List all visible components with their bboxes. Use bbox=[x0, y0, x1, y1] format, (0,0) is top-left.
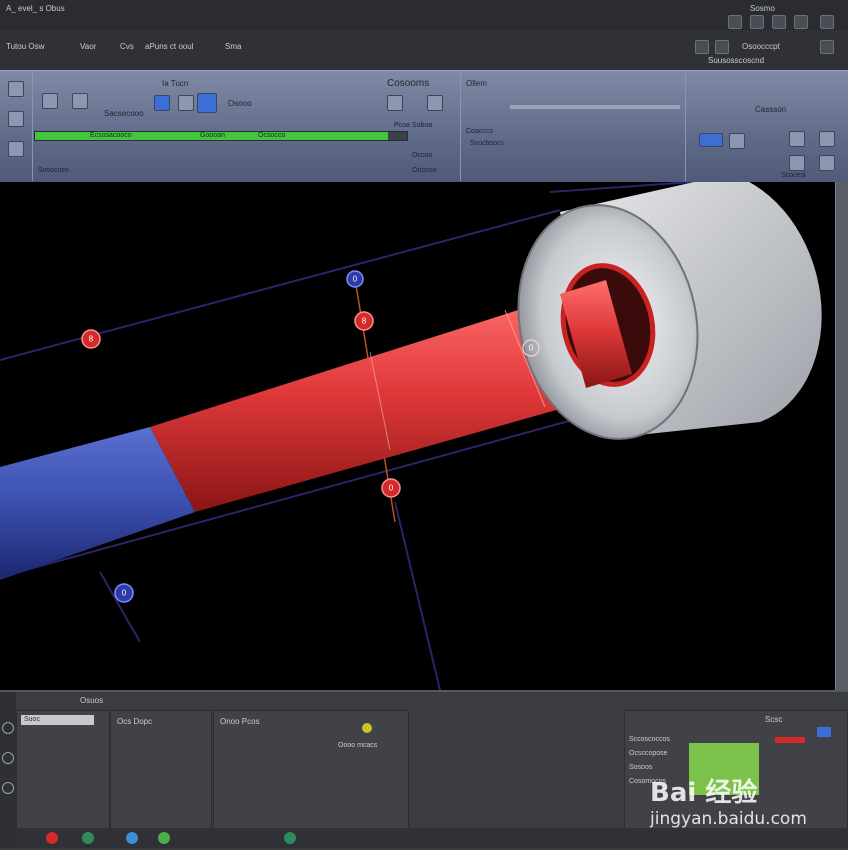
yellow-swatch[interactable] bbox=[362, 723, 372, 733]
bottom-section-2: Ocs Dopc bbox=[110, 710, 212, 830]
menu-item-5[interactable]: Sma bbox=[225, 42, 241, 52]
ribbon-header-far: Cassson bbox=[755, 105, 787, 114]
right-row-2: Ocsccopose bbox=[629, 750, 668, 757]
toolbar-icon-1[interactable] bbox=[695, 40, 709, 54]
bottom-tool-2-icon[interactable] bbox=[2, 752, 14, 764]
watermark-url: jingyan.baidu.com bbox=[650, 809, 807, 829]
tool-rotate-icon[interactable] bbox=[8, 141, 24, 157]
menu-item-2[interactable]: Vaor bbox=[80, 42, 96, 52]
menu-right-label: Osoocccpt bbox=[742, 42, 780, 51]
ribbon-btn-5[interactable] bbox=[427, 95, 443, 111]
ribbon-btn-blue-2[interactable] bbox=[197, 93, 217, 113]
bottom-left-toolbar bbox=[0, 692, 16, 848]
bottom-status-bar bbox=[16, 828, 848, 848]
ribbon-btn-8[interactable] bbox=[819, 131, 835, 147]
bottom-group1-title: Ocs Dopc bbox=[117, 717, 153, 726]
ribbon-btn-9[interactable] bbox=[789, 155, 805, 171]
right-side-strip[interactable] bbox=[835, 182, 848, 690]
viewport-canvas: 8 0 8 0 0 0 bbox=[0, 182, 822, 690]
red-indicator bbox=[775, 737, 805, 743]
bottom-right-header: Scsc bbox=[765, 715, 783, 724]
menu-item-1[interactable]: Tutou Osw bbox=[6, 42, 44, 52]
close-icon[interactable] bbox=[820, 15, 834, 29]
toolbar-icon-2[interactable] bbox=[715, 40, 729, 54]
status-blue-dot[interactable] bbox=[126, 832, 138, 844]
ribbon-main-panel: Ia Tucn Cosooms Sacsecooo Osooo Ecsosaco… bbox=[32, 71, 461, 181]
ribbon-color-swatch[interactable] bbox=[699, 133, 723, 147]
bottom-group2-caption: Oooo mcacs bbox=[338, 742, 378, 749]
ribbon-left-column bbox=[0, 71, 33, 181]
menu-right-info: Suusosscoscnd bbox=[708, 56, 765, 65]
marker-label-3: 8 bbox=[362, 317, 367, 326]
status-lime-dot[interactable] bbox=[158, 832, 170, 844]
bottom-tool-3-icon[interactable] bbox=[2, 782, 14, 794]
status-green-dot[interactable] bbox=[82, 832, 94, 844]
ribbon-btn-3[interactable] bbox=[178, 95, 194, 111]
marker-label-4: 0 bbox=[389, 484, 394, 493]
tool-move-icon[interactable] bbox=[8, 111, 24, 127]
menu-item-3[interactable]: Cvs bbox=[120, 42, 134, 52]
menu-bar: Tutou Osw Vaor Cvs aPuns ct ooul Sma Oso… bbox=[0, 30, 848, 71]
ribbon-slider[interactable] bbox=[510, 105, 680, 109]
progress-label-3: Ocsocco bbox=[258, 132, 286, 139]
title-bar: A_ evel_ s Obus Sosmo bbox=[0, 0, 848, 31]
right-row-1: Sccoscnccos bbox=[629, 736, 670, 743]
bottom-header-label: Osuos bbox=[80, 696, 104, 705]
status-text-1: Occoo bbox=[412, 152, 433, 159]
menu-gear-icon[interactable] bbox=[820, 40, 834, 54]
ribbon-btn-7[interactable] bbox=[789, 131, 805, 147]
progress-right-label: Pcoa Soboa bbox=[394, 122, 433, 129]
marker-label-6: 0 bbox=[529, 344, 534, 353]
watermark-brand: Bai 经验 bbox=[650, 778, 758, 808]
ribbon-right-label-1: Coacccs bbox=[466, 128, 493, 135]
marker-label-2: 0 bbox=[353, 275, 358, 284]
ribbon-header-mid: Cosooms bbox=[387, 78, 430, 89]
bottom-tool-1-icon[interactable] bbox=[2, 722, 14, 734]
bottom-group2-title: Onoo Pcos bbox=[220, 717, 260, 726]
settings-icon[interactable] bbox=[750, 15, 764, 29]
menu-item-4[interactable]: aPuns ct ooul bbox=[145, 42, 193, 52]
ribbon-right-panel: Ollem Coacccs Scocbsocs bbox=[460, 71, 686, 181]
ribbon-btn-2[interactable] bbox=[72, 93, 88, 109]
ribbon-header-left: Ia Tucn bbox=[162, 79, 189, 88]
viewport-3d[interactable]: 8 0 8 0 0 0 bbox=[0, 182, 835, 690]
ribbon-btn-blue-1[interactable] bbox=[154, 95, 170, 111]
ribbon-btn-6[interactable] bbox=[729, 133, 745, 149]
ribbon-far-right-panel: Cassson Scocesi bbox=[685, 71, 848, 181]
status-green-dot-2[interactable] bbox=[284, 832, 296, 844]
status-text-2: Ooosoo bbox=[412, 167, 437, 174]
tool-select-icon[interactable] bbox=[8, 81, 24, 97]
progress-label-2: Goooan bbox=[200, 132, 225, 139]
watermark: Bai 经验 jingyan.baidu.com bbox=[650, 772, 807, 829]
maximize-icon[interactable] bbox=[772, 15, 786, 29]
ribbon-right-label-2: Scocbsocs bbox=[470, 140, 504, 147]
ribbon-btn-10[interactable] bbox=[819, 155, 835, 171]
marker-label-5: 0 bbox=[122, 589, 127, 598]
minimize-icon[interactable] bbox=[728, 15, 742, 29]
window-title-right: Sosmo bbox=[750, 4, 775, 13]
right-row-3: Sosoos bbox=[629, 764, 653, 771]
status-text-3: Sosocoes bbox=[38, 167, 69, 174]
restore-icon[interactable] bbox=[794, 15, 808, 29]
blue-indicator bbox=[817, 727, 831, 737]
ribbon-btn-1[interactable] bbox=[42, 93, 58, 109]
marker-label-1: 8 bbox=[89, 335, 94, 344]
ribbon-far-right-label: Scocesi bbox=[781, 172, 806, 179]
status-red-dot[interactable] bbox=[46, 832, 58, 844]
bottom-section-3: Onoo Pcos Oooo mcacs bbox=[213, 710, 409, 830]
bottom-section-1: Suoc bbox=[16, 710, 110, 830]
ribbon-row2-label: Osooo bbox=[228, 99, 252, 108]
bottom-input[interactable]: Suoc bbox=[21, 715, 94, 725]
ribbon-btn-4[interactable] bbox=[387, 95, 403, 111]
ribbon-header-right: Ollem bbox=[466, 79, 487, 88]
progress-label-1: Ecsosacooco bbox=[90, 132, 132, 139]
ribbon-toolbar: Ia Tucn Cosooms Sacsecooo Osooo Ecsosaco… bbox=[0, 70, 848, 185]
window-title: A_ evel_ s Obus bbox=[6, 4, 65, 13]
ribbon-row1-label: Sacsecooo bbox=[104, 109, 144, 118]
